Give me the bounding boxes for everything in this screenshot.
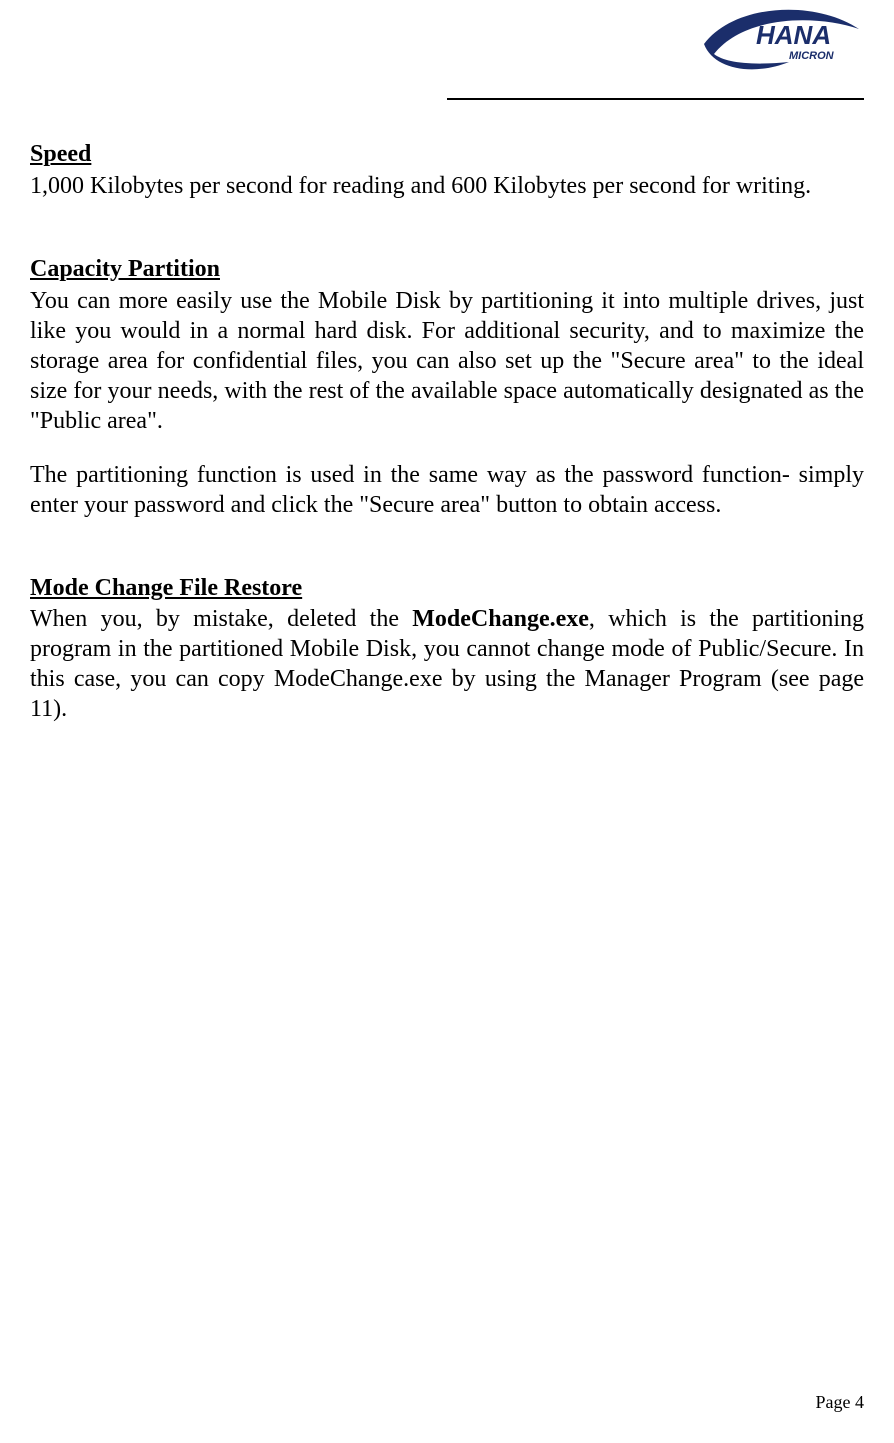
heading-mode-change: Mode Change File Restore bbox=[30, 574, 864, 603]
document-page: HANA MICRON Speed 1,000 Kilobytes per se… bbox=[0, 0, 894, 1443]
paragraph-mode-1-bold: ModeChange.exe bbox=[412, 606, 589, 632]
paragraph-capacity-1: You can more easily use the Mobile Disk … bbox=[30, 286, 864, 436]
hana-micron-logo-icon: HANA MICRON bbox=[694, 4, 864, 74]
brand-logo: HANA MICRON bbox=[694, 4, 864, 74]
logo-brand-main: HANA bbox=[756, 20, 831, 50]
paragraph-capacity-2: The partitioning function is used in the… bbox=[30, 460, 864, 520]
paragraph-mode-1: When you, by mistake, deleted the ModeCh… bbox=[30, 604, 864, 724]
page-number: Page 4 bbox=[816, 1392, 865, 1413]
logo-brand-sub: MICRON bbox=[789, 50, 835, 62]
header-divider bbox=[447, 98, 864, 100]
page-header: HANA MICRON bbox=[30, 0, 864, 100]
heading-capacity-partition: Capacity Partition bbox=[30, 255, 864, 284]
paragraph-mode-1a: When you, by mistake, deleted the bbox=[30, 606, 412, 632]
paragraph-speed-1: 1,000 Kilobytes per second for reading a… bbox=[30, 171, 864, 201]
heading-speed: Speed bbox=[30, 140, 864, 169]
